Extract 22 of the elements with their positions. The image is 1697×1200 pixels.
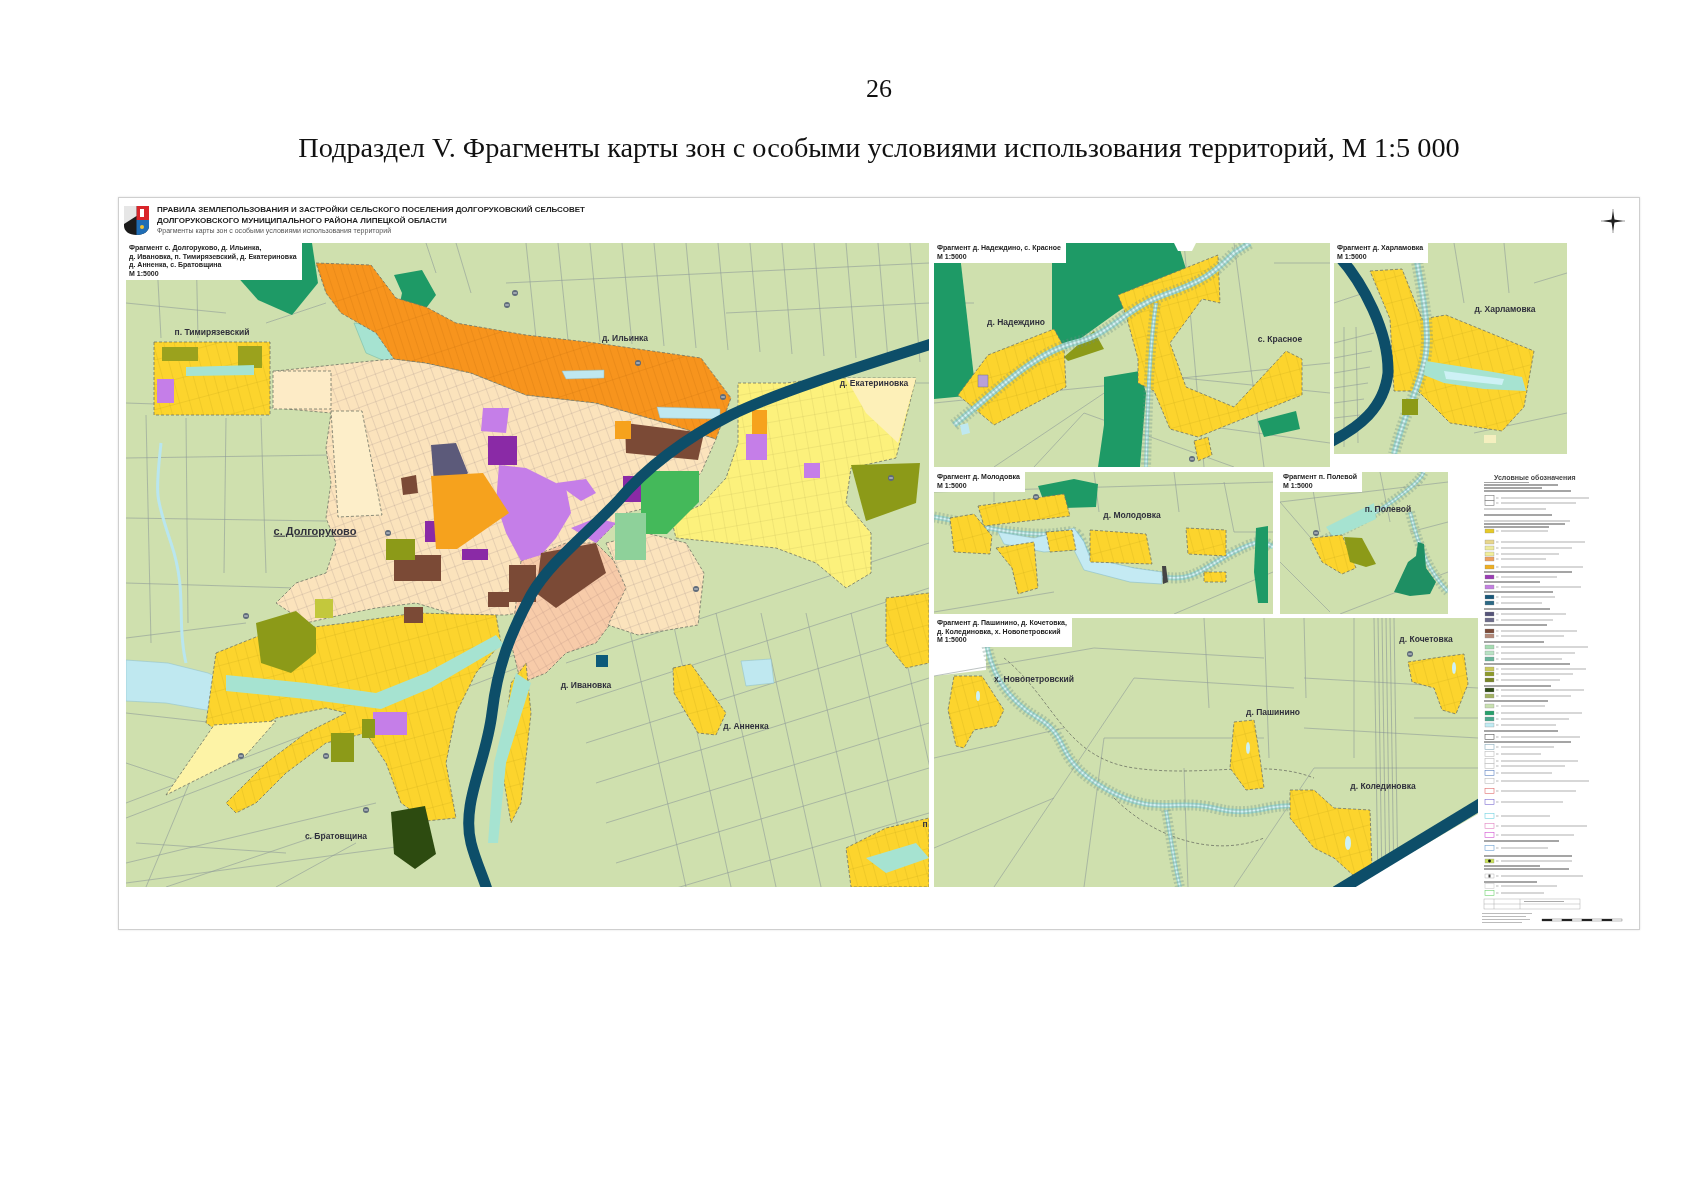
- place-name-label: д. Анненка: [723, 722, 769, 732]
- map-title: ПРАВИЛА ЗЕМЛЕПОЛЬЗОВАНИЯ И ЗАСТРОЙКИ СЕЛЬСКОГО ПОСЕЛЕНИЯ ДОЛГОРУКОВСКИЙ СЕЛЬСОВЕТ ДОЛГОРУКОВСКОГО МУНИЦИПАЛЬНОГО РАЙОНА ЛИПЕЦКОЙ ОБЛАСТИ: [157, 204, 585, 226]
- place-name-label: д. Ивановка: [560, 681, 612, 691]
- place-name-label: п. Полевой: [1364, 505, 1412, 515]
- place-name-label: д. Харламовка: [1474, 305, 1536, 315]
- place-name-label: п: [922, 820, 928, 830]
- place-name-label: д. Колединовка: [1350, 782, 1416, 792]
- place-name-label: д. Екатериновка: [839, 379, 909, 389]
- place-name-label: д. Надеждино: [987, 318, 1045, 328]
- place-name-label: д. Ильинка: [601, 334, 649, 344]
- place-name-label: д. Кочетовка: [1399, 635, 1453, 645]
- page-heading: Подраздел V. Фрагменты карты зон с особыми условиями использования территорий, М 1:5 000: [298, 131, 1460, 164]
- compass-rose-icon: [1601, 209, 1625, 233]
- coat-of-arms-icon: [124, 206, 149, 235]
- place-name-label: д. Пашинино: [1246, 708, 1300, 718]
- place-name-label: д. Молодовка: [1103, 511, 1161, 521]
- place-name-label: с. Красное: [1257, 335, 1303, 345]
- page-number: 26: [866, 74, 892, 104]
- place-name-label: с. Братовщина: [304, 832, 368, 842]
- place-name-label: п. Тимирязевский: [174, 328, 250, 338]
- place-name-label: с. Долгоруково: [273, 524, 357, 538]
- place-name-label: х. Новопетровский: [994, 675, 1074, 685]
